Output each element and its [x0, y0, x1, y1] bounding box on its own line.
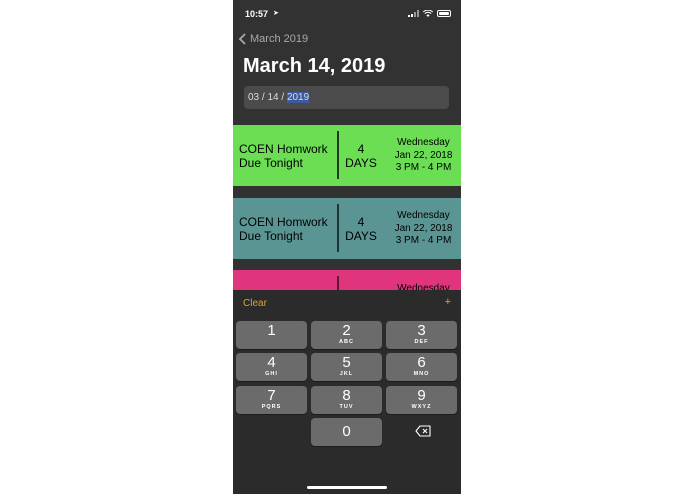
back-button[interactable]: March 2019	[238, 33, 308, 45]
status-icons	[408, 10, 451, 17]
event-datetime: Wednesday Jan 22, 2018 3 PM - 4 PM	[386, 210, 461, 248]
event-weekday: Wednesday	[397, 210, 450, 221]
event-name: COEN Homwork Due Tonight	[239, 142, 337, 170]
key-letters: JKL	[339, 371, 354, 377]
key-letters: MNO	[413, 371, 430, 377]
key-8[interactable]: 8 TUV	[311, 386, 382, 414]
key-letters: PQRS	[261, 404, 282, 410]
event-datetime: Wednesday Jan 22, 2018 3 PM - 4 PM	[386, 137, 461, 175]
key-5[interactable]: 5 JKL	[311, 353, 382, 381]
event-card[interactable]: COEN Homwork Due Tonight 4 DAYS Wednesda…	[233, 125, 461, 186]
event-name-line: Due Tonight	[239, 229, 303, 243]
days-label: DAYS	[345, 156, 377, 170]
key-number: 0	[342, 423, 351, 440]
signal-icon	[408, 10, 419, 17]
event-time: 3 PM - 4 PM	[395, 162, 452, 173]
days-label: DAYS	[345, 229, 377, 243]
event-card[interactable]: COEN Homwork Due Tonight 4 DAYS Wednesda…	[233, 198, 461, 259]
key-2[interactable]: 2 ABC	[311, 321, 382, 349]
date-year: 2019	[286, 92, 310, 103]
date-day: 14	[267, 92, 279, 103]
date-sep: /	[278, 92, 287, 103]
key-letters: ABC	[339, 339, 354, 345]
location-arrow-icon: ➤	[273, 10, 279, 17]
key-letters: TUV	[339, 404, 354, 410]
event-card[interactable]: Wednesday	[233, 270, 461, 294]
event-date: Jan 22, 2018	[394, 222, 453, 234]
event-days: 4 DAYS	[338, 142, 384, 170]
days-number: 4	[357, 142, 365, 156]
event-time: 3 PM - 4 PM	[395, 235, 452, 246]
back-label: March 2019	[250, 33, 309, 45]
key-4[interactable]: 4 GHI	[236, 353, 307, 381]
clear-button[interactable]: Clear	[243, 298, 267, 309]
key-number: 2	[342, 322, 351, 339]
event-name-line: COEN Homwork	[239, 142, 328, 156]
date-month: 03	[248, 92, 260, 103]
wifi-icon	[423, 10, 433, 17]
key-number: 1	[267, 322, 276, 339]
event-name-line: COEN Homwork	[239, 215, 328, 229]
battery-icon	[437, 10, 451, 17]
key-letters: GHI	[265, 371, 278, 377]
key-number: 6	[417, 354, 426, 371]
event-name-line: Due Tonight	[239, 156, 303, 170]
home-indicator	[307, 486, 387, 489]
status-bar: 10:57 ➤	[233, 0, 461, 28]
key-letters: WXYZ	[411, 404, 432, 410]
key-0[interactable]: 0	[311, 418, 382, 446]
key-number: 9	[417, 387, 426, 404]
plus-button[interactable]: +	[445, 296, 451, 308]
key-6[interactable]: 6 MNO	[386, 353, 457, 381]
key-number: 5	[342, 354, 351, 371]
key-number: 3	[417, 322, 426, 339]
key-number: 8	[342, 387, 351, 404]
event-name: COEN Homwork Due Tonight	[239, 215, 337, 243]
days-number: 4	[357, 215, 365, 229]
key-3[interactable]: 3 DEF	[386, 321, 457, 349]
numeric-keyboard: Clear + 1 2 ABC 3 DEF 4 GHI 5 JKL 6 MNO …	[233, 290, 461, 494]
date-input[interactable]: 03 / 14 / 2019	[244, 86, 449, 109]
key-1[interactable]: 1	[236, 321, 307, 349]
chevron-left-icon	[238, 33, 246, 45]
event-weekday: Wednesday	[397, 137, 450, 148]
key-letters: DEF	[414, 339, 429, 345]
key-number: 7	[267, 387, 276, 404]
key-7[interactable]: 7 PQRS	[236, 386, 307, 414]
key-number: 4	[267, 354, 276, 371]
page-title: March 14, 2019	[243, 55, 386, 77]
phone-screen: 10:57 ➤ March 2019 March 14, 2019 03 / 1…	[233, 0, 461, 494]
backspace-icon[interactable]	[415, 425, 431, 437]
event-days: 4 DAYS	[338, 215, 384, 243]
status-time: 10:57	[245, 9, 269, 19]
key-9[interactable]: 9 WXYZ	[386, 386, 457, 414]
keyboard-toolbar: Clear +	[233, 290, 461, 317]
event-date: Jan 22, 2018	[394, 149, 453, 161]
